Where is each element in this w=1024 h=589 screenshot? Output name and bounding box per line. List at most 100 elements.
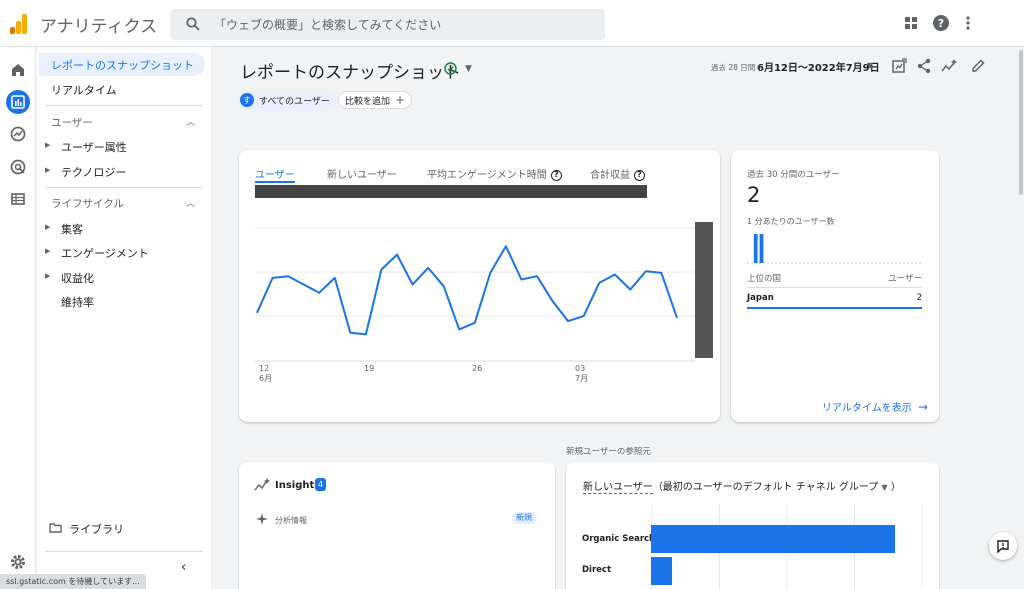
column-header-country: 上位の国 [747, 274, 782, 284]
add-comparison-button[interactable]: 比較を追加 + [338, 91, 413, 109]
nav-item-realtime[interactable]: リアルタイム [51, 82, 117, 98]
arrow-right-icon: → [917, 400, 928, 414]
nav-item-acquisition[interactable]: 集客 [61, 221, 83, 237]
search-box[interactable] [170, 9, 605, 40]
nav-item-technology[interactable]: テクノロジー [61, 164, 126, 180]
audience-chip[interactable]: す すべてのユーザー [238, 91, 338, 109]
redacted-values [695, 222, 713, 358]
acquisition-title-close: ） [890, 482, 901, 493]
acquisition-title[interactable]: 新しいユーザー（最初のユーザーのデフォルト チャネル グループ ▼ ） [583, 478, 901, 494]
nav-item-engagement[interactable]: エンゲージメント [61, 245, 149, 261]
plus-icon: + [395, 93, 406, 107]
per-minute-bar [759, 234, 764, 263]
nav-item-retention[interactable]: 維持率 [61, 294, 94, 310]
tab-avg-engagement[interactable]: 平均エンゲージメント時間? [427, 166, 562, 181]
new-badge: 新規 [512, 512, 536, 524]
users-line-chart [255, 227, 695, 362]
caret-right-icon[interactable]: ▶ [45, 141, 50, 149]
insights-title: Insights [275, 480, 321, 491]
advertising-icon[interactable] [8, 157, 28, 177]
users-cell: 2 [916, 293, 922, 303]
scrollbar-thumb[interactable] [1019, 50, 1023, 195]
users-series-line [256, 245, 678, 336]
date-caret-icon[interactable]: ▼ [867, 61, 873, 70]
tab-avg-engagement-label: 平均エンゲージメント時間 [427, 170, 547, 181]
column-header-users: ユーザー [888, 274, 922, 284]
dropdown-caret-icon[interactable]: ▼ [465, 64, 472, 74]
view-realtime-link[interactable]: リアルタイムを表示 → [822, 399, 928, 414]
realtime-title: 過去 30 分間のユーザー [747, 170, 840, 180]
apps-icon[interactable] [902, 14, 920, 32]
dimension-selector[interactable]: （最初のユーザーのデフォルト チャネル グループ [653, 482, 878, 493]
search-icon [186, 17, 200, 31]
chevron-up-icon[interactable]: ︿ [186, 196, 195, 209]
share-icon[interactable] [915, 57, 933, 75]
settings-icon[interactable] [8, 552, 28, 572]
help-icon[interactable]: ? [634, 169, 645, 181]
caret-right-icon[interactable]: ▶ [45, 223, 50, 231]
nav-section-user[interactable]: ユーザー [51, 115, 93, 130]
nav-item-snapshot[interactable]: レポートのスナップショット [51, 57, 194, 73]
search-input[interactable] [214, 15, 584, 34]
section-caption: 新規ユーザーの参照元 [566, 447, 651, 457]
tab-new-users[interactable]: 新しいユーザー [327, 166, 397, 181]
avatar: す [240, 93, 254, 107]
insights-sparkle-icon[interactable] [940, 57, 958, 75]
caret-right-icon[interactable]: ▶ [45, 247, 50, 255]
nav-item-monetization[interactable]: 収益化 [61, 270, 94, 286]
date-range-picker[interactable]: 6月12日～2022年7月9日 [757, 59, 880, 74]
bar-organic-search [651, 525, 895, 553]
folder-icon[interactable] [49, 522, 62, 533]
tab-active-underline [255, 181, 295, 183]
more-vert-icon[interactable] [959, 14, 977, 32]
insight-item[interactable]: 分析情報 [275, 515, 307, 526]
overview-card: ユーザー 新しいユーザー 平均エンゲージメント時間? 合計収益? 12 6月 1… [239, 150, 720, 422]
main-content: レポートのスナップショット ▼ 過去 28 日間 6月12日～2022年7月9日… [212, 47, 1024, 589]
app-title[interactable]: アナリティクス [40, 12, 157, 37]
help-icon[interactable]: ? [932, 14, 950, 32]
customize-report-icon[interactable] [890, 57, 908, 75]
x-tick-day: 03 [575, 364, 586, 373]
report-nav: レポートのスナップショット リアルタイム ユーザー ︿ ▶ ユーザー属性 ▶ テ… [37, 47, 211, 589]
realtime-card: 過去 30 分間のユーザー 2 1 分あたりのユーザー数 上位の国 ユーザー J… [731, 150, 939, 422]
check-circle-icon[interactable] [444, 62, 457, 75]
feedback-icon [997, 540, 1009, 553]
nav-item-library[interactable]: ライブラリ [69, 521, 124, 537]
reports-icon[interactable] [8, 92, 28, 112]
table-divider [747, 287, 922, 288]
nav-section-lifecycle[interactable]: ライフサイクル [51, 196, 124, 211]
nav-divider [45, 187, 203, 188]
sparkle-icon [256, 513, 268, 525]
feedback-button[interactable] [989, 532, 1017, 560]
collapse-chevron-icon[interactable]: ‹ [181, 560, 186, 575]
nav-divider [45, 105, 203, 106]
dropdown-caret-icon[interactable]: ▼ [881, 483, 887, 492]
x-tick-month: 7月 [575, 374, 589, 383]
tab-users[interactable]: ユーザー [255, 166, 295, 181]
redacted-values [255, 185, 647, 198]
configure-icon[interactable] [8, 189, 28, 209]
bar-label: Direct [582, 565, 612, 575]
date-range-label: 過去 28 日間 [711, 63, 756, 72]
tab-total-revenue[interactable]: 合計収益? [590, 166, 645, 181]
analytics-logo-icon[interactable] [10, 14, 28, 34]
caret-right-icon[interactable]: ▶ [45, 272, 50, 280]
acquisition-card: 新しいユーザー（最初のユーザーのデフォルト チャネル グループ ▼ ） Orga… [566, 462, 939, 589]
top-bar: アナリティクス ? [0, 0, 1024, 47]
nav-item-demographics[interactable]: ユーザー属性 [61, 139, 127, 155]
edit-icon[interactable] [969, 57, 987, 75]
home-icon[interactable] [8, 60, 28, 80]
status-bar: ssl.gstatic.com を待機しています... [0, 574, 146, 589]
explore-icon[interactable] [8, 124, 28, 144]
metric-selector[interactable]: 新しいユーザー [583, 482, 653, 494]
chevron-up-icon[interactable]: ︿ [186, 115, 195, 128]
help-icon[interactable]: ? [550, 169, 562, 181]
insights-count-badge: 4 [315, 478, 326, 491]
caret-right-icon[interactable]: ▶ [45, 166, 50, 174]
insights-card: Insights 4 分析情報 新規 [239, 462, 555, 589]
per-minute-bar [753, 234, 758, 263]
x-tick-day: 12 [259, 364, 270, 373]
audience-chip-label: すべてのユーザー [259, 96, 330, 107]
x-tick-day: 19 [364, 364, 375, 373]
per-minute-bar-chart [747, 234, 923, 264]
